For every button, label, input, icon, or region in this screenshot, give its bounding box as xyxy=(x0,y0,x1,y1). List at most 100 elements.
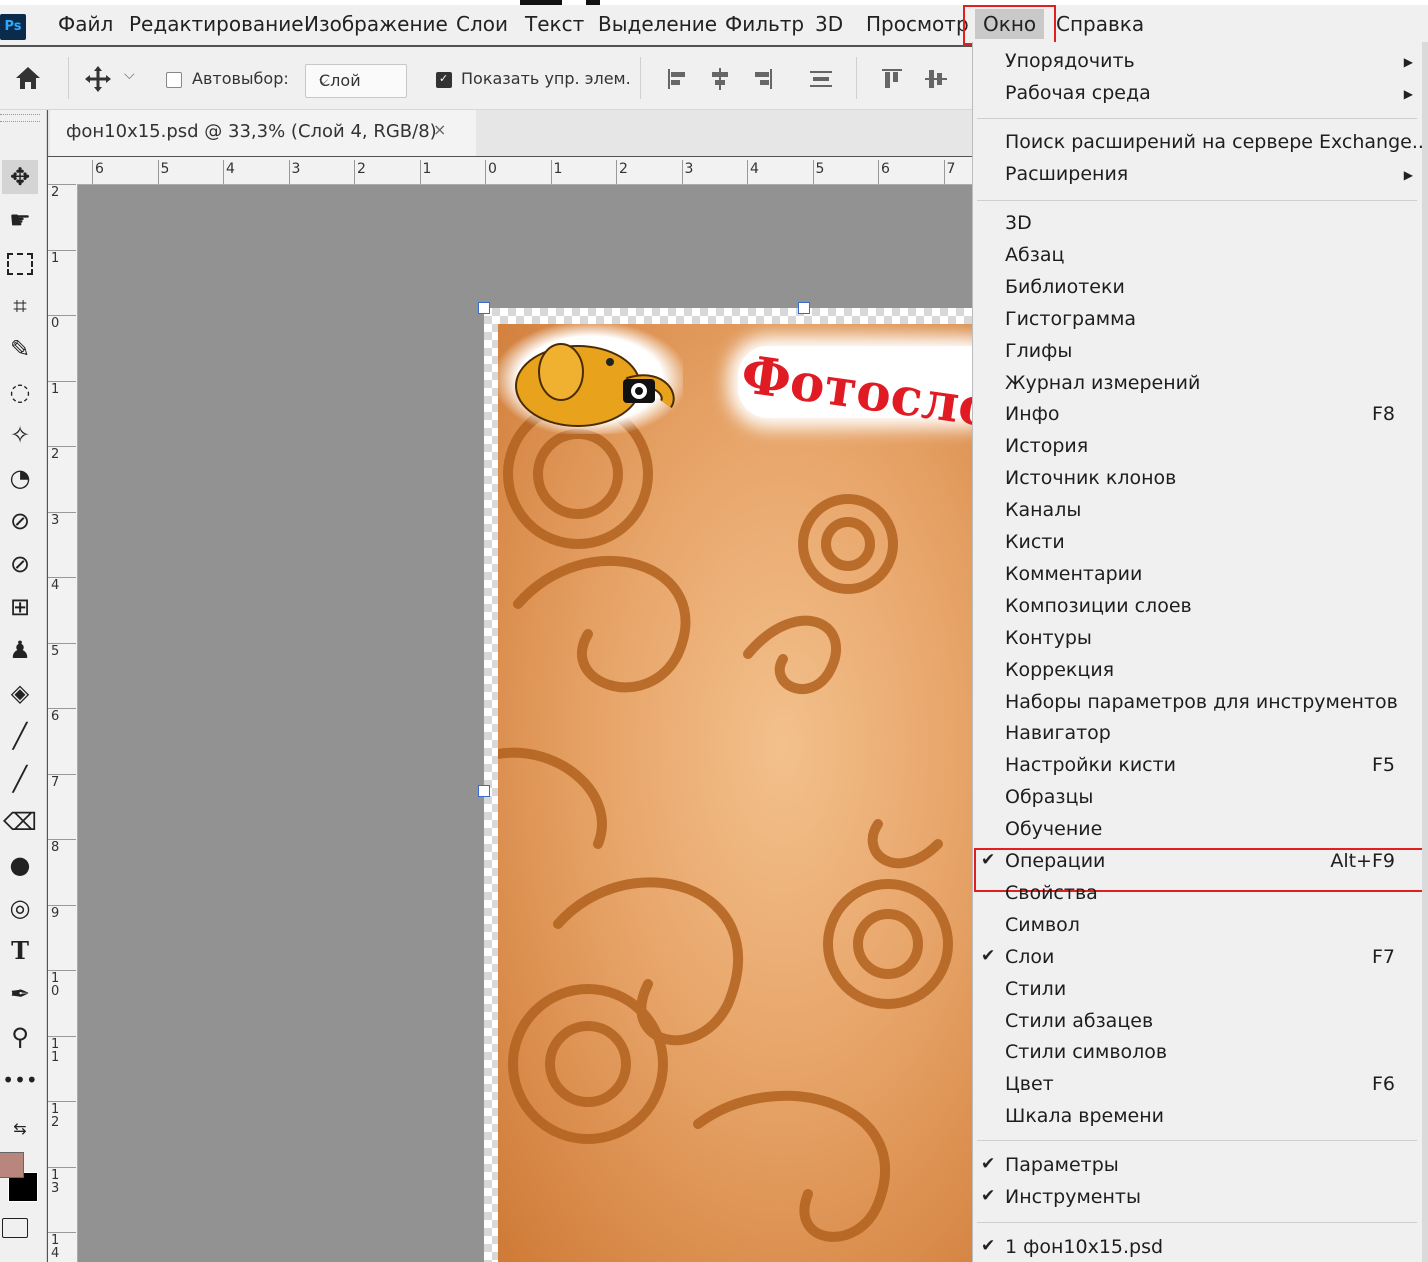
elephant-mascot-icon xyxy=(515,343,675,427)
menu-select[interactable]: Выделение xyxy=(598,12,717,36)
menu-item-group3-9[interactable]: Каналы xyxy=(1005,499,1081,521)
chevron-down-icon[interactable]: ⌵ xyxy=(124,67,135,83)
magic-wand-tool-icon[interactable]: ✧ xyxy=(2,418,38,452)
menu-item-group2-0[interactable]: Поиск расширений на сервере Exchange... xyxy=(1005,131,1428,153)
menu-item-group1-0[interactable]: Упорядочить xyxy=(1005,50,1135,72)
frame-tool-icon[interactable]: ⊞ xyxy=(2,590,38,624)
window-menu-dropdown: Упорядочить ▶ Рабочая среда ▶ Поиск расширен… xyxy=(972,42,1428,1262)
document-artwork[interactable]: Фотосло xyxy=(498,324,972,1262)
menu-item-group3-8[interactable]: Источник клонов xyxy=(1005,467,1176,489)
menu-item-group3-21[interactable]: Свойства xyxy=(1005,882,1098,904)
menu-item-group3-17[interactable]: Настройки кисти xyxy=(1005,754,1176,776)
menu-item-group3-13[interactable]: Контуры xyxy=(1005,627,1092,649)
ruler-origin[interactable] xyxy=(48,157,79,185)
document-tab[interactable]: фон10x15.psd @ 33,3% (Слой 4, RGB/8) × xyxy=(50,110,476,156)
menu-item-group3-19[interactable]: Обучение xyxy=(1005,818,1102,840)
vertical-ruler[interactable]: 2101234567891 01 11 21 31 4 xyxy=(48,184,78,1262)
menu-file[interactable]: Файл xyxy=(58,12,113,36)
stamp-tool-icon[interactable]: ♟ xyxy=(2,633,38,667)
menu-item-group3-2[interactable]: Библиотеки xyxy=(1005,276,1125,298)
menu-item-group3-25[interactable]: Стили абзацев xyxy=(1005,1010,1153,1032)
menu-view[interactable]: Просмотр xyxy=(866,12,969,36)
menu-shortcut: F5 xyxy=(1371,754,1395,777)
history-brush-tool-icon[interactable]: ╱ xyxy=(2,762,38,796)
menu-item-group2-1[interactable]: Расширения xyxy=(1005,163,1128,185)
menu-item-group4-1[interactable]: Инструменты xyxy=(1005,1186,1141,1208)
smudge-tool-icon[interactable]: ◎ xyxy=(2,891,38,925)
show-controls-checkbox[interactable] xyxy=(436,72,452,88)
menu-item-group3-27[interactable]: Цвет xyxy=(1005,1073,1054,1095)
ruler-tick xyxy=(878,160,879,184)
menu-item-group5-0[interactable]: 1 фон10x15.psd xyxy=(1005,1236,1163,1258)
menu-3d[interactable]: 3D xyxy=(815,12,843,36)
menu-item-group3-28[interactable]: Шкала времени xyxy=(1005,1105,1164,1127)
home-icon[interactable] xyxy=(14,65,42,91)
transform-handle[interactable] xyxy=(478,302,490,314)
menu-type[interactable]: Текст xyxy=(525,12,584,36)
menu-item-group3-11[interactable]: Комментарии xyxy=(1005,563,1142,585)
menu-item-group1-1[interactable]: Рабочая среда xyxy=(1005,82,1151,104)
menu-edit[interactable]: Редактирование xyxy=(129,12,304,36)
marquee-tool-icon[interactable] xyxy=(2,246,38,280)
lasso-tool-icon[interactable]: ◌ xyxy=(2,375,38,409)
quick-selection-tool-icon[interactable]: ◔ xyxy=(2,461,38,495)
menu-item-group3-12[interactable]: Композиции слоев xyxy=(1005,595,1192,617)
menu-item-group4-0[interactable]: Параметры xyxy=(1005,1154,1119,1176)
transform-handle[interactable] xyxy=(798,302,810,314)
more-tools-icon[interactable]: ••• xyxy=(2,1063,38,1097)
menu-help[interactable]: Справка xyxy=(1056,12,1144,36)
menu-item-group3-4[interactable]: Глифы xyxy=(1005,340,1072,362)
ruler-tick xyxy=(223,160,224,184)
menu-item-group3-23[interactable]: Слои xyxy=(1005,946,1054,968)
transform-handle[interactable] xyxy=(478,785,490,797)
move-tool-icon[interactable]: ✥ xyxy=(2,160,38,194)
menu-item-group3-24[interactable]: Стили xyxy=(1005,978,1066,1000)
menu-item-group3-16[interactable]: Навигатор xyxy=(1005,722,1111,744)
menu-item-group3-26[interactable]: Стили символов xyxy=(1005,1041,1167,1063)
align-top-icon[interactable] xyxy=(880,67,904,91)
menu-item-group3-18[interactable]: Образцы xyxy=(1005,786,1093,808)
foreground-color-swatch[interactable] xyxy=(0,1152,24,1178)
ruler-tick xyxy=(681,160,683,184)
pen-tool-icon[interactable]: ✒ xyxy=(2,977,38,1011)
autoselect-checkbox[interactable] xyxy=(166,72,182,88)
menu-layers[interactable]: Слои xyxy=(456,12,508,36)
artboard-tool-icon[interactable]: ☛ xyxy=(2,203,38,237)
menu-item-group3-7[interactable]: История xyxy=(1005,435,1088,457)
horizontal-ruler[interactable]: 6 5 4 3 2 1 0 1 2 3 4 5 6 7 xyxy=(78,157,972,185)
type-tool-icon[interactable]: T xyxy=(2,934,38,968)
move-tool-icon[interactable] xyxy=(84,65,112,93)
swap-colors-icon[interactable]: ⇆ xyxy=(2,1112,38,1146)
close-icon[interactable]: × xyxy=(433,120,446,139)
menu-item-group3-0[interactable]: 3D xyxy=(1005,212,1032,234)
align-left-icon[interactable] xyxy=(666,67,690,91)
eraser-tool-icon[interactable]: ⌫ xyxy=(2,805,38,839)
align-center-icon[interactable] xyxy=(708,67,732,91)
healing-brush-tool-icon[interactable]: ⊘ xyxy=(2,504,38,538)
crop-tool-icon[interactable]: ⌗ xyxy=(2,289,38,323)
layer-select[interactable]: Слой ⌵ xyxy=(305,64,407,98)
menu-item-group3-14[interactable]: Коррекция xyxy=(1005,659,1114,681)
align-right-icon[interactable] xyxy=(750,67,774,91)
align-middle-icon[interactable] xyxy=(924,67,948,91)
menu-image[interactable]: Изображение xyxy=(304,12,448,36)
panel-grip[interactable] xyxy=(0,114,40,122)
menu-item-group3-1[interactable]: Абзац xyxy=(1005,244,1064,266)
menu-filter[interactable]: Фильтр xyxy=(725,12,804,36)
menu-item-group3-6[interactable]: Инфо xyxy=(1005,403,1060,425)
zoom-tool-icon[interactable]: ⚲ xyxy=(2,1020,38,1054)
menu-item-group3-15[interactable]: Наборы параметров для инструментов xyxy=(1005,691,1398,713)
menu-item-group3-3[interactable]: Гистограмма xyxy=(1005,308,1136,330)
menu-item-group3-22[interactable]: Символ xyxy=(1005,914,1080,936)
brush-tool-icon[interactable]: ╱ xyxy=(2,719,38,753)
quick-mask-icon[interactable] xyxy=(2,1218,28,1238)
eyedropper-tool-icon[interactable]: ✎ xyxy=(2,332,38,366)
patch-tool-icon[interactable]: ⊘ xyxy=(2,547,38,581)
checkmark-icon: ✔ xyxy=(981,945,996,966)
menu-item-group3-10[interactable]: Кисти xyxy=(1005,531,1065,553)
menu-separator xyxy=(977,1222,1417,1223)
paint-bucket-tool-icon[interactable]: ◈ xyxy=(2,676,38,710)
dodge-tool-icon[interactable]: ● xyxy=(2,848,38,882)
menu-item-group3-5[interactable]: Журнал измерений xyxy=(1005,372,1200,394)
distribute-icon[interactable] xyxy=(808,67,834,91)
